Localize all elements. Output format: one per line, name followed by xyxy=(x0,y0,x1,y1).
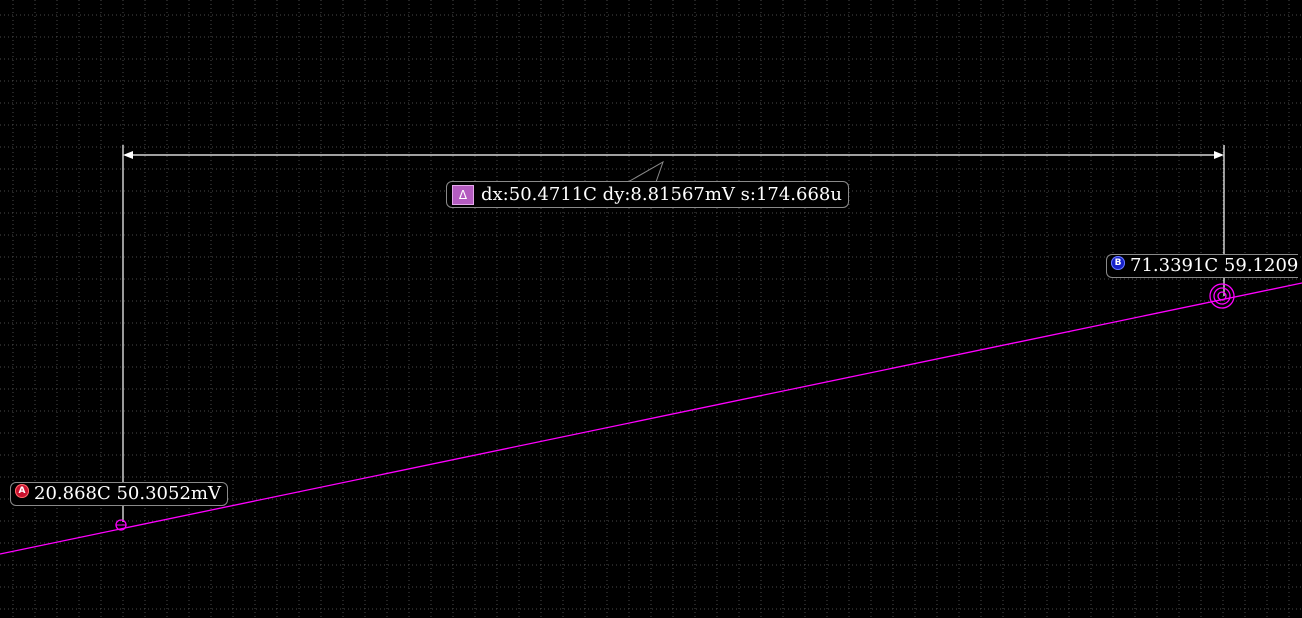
cursor-a-badge-icon: A xyxy=(15,484,29,498)
cursor-b-readout-text: 71.3391C 59.1209 xyxy=(1130,255,1299,276)
delta-callout-pointer xyxy=(627,160,664,183)
cursor-a-readout[interactable]: A 20.868C 50.3052mV xyxy=(10,482,228,506)
grid xyxy=(0,0,1302,618)
delta-readout-text: dx:50.4711C dy:8.81567mV s:174.668u xyxy=(481,183,842,205)
cursor-b-readout[interactable]: B 71.3391C 59.1209 xyxy=(1106,254,1299,278)
trace-line[interactable] xyxy=(0,282,1302,555)
delta-readout[interactable]: Δ dx:50.4711C dy:8.81567mV s:174.668u xyxy=(446,181,849,208)
cursor-b-badge-icon: B xyxy=(1111,256,1125,270)
delta-icon: Δ xyxy=(452,184,474,205)
cursor-a-readout-text: 20.868C 50.3052mV xyxy=(34,483,221,504)
dimension-arrow-left xyxy=(123,151,133,159)
plot-area[interactable] xyxy=(0,0,1302,618)
cursor-b-marker[interactable] xyxy=(1209,283,1235,309)
